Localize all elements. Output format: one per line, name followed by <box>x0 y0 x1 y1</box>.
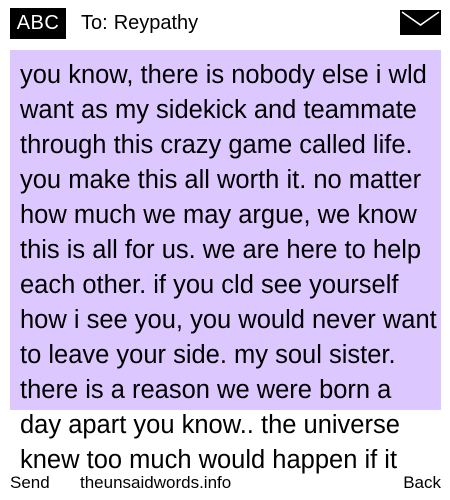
website-label: theunsaidwords.info <box>80 473 232 492</box>
input-mode-indicator[interactable]: ABC <box>10 8 66 39</box>
recipient-name: Reypathy <box>113 12 199 34</box>
to-label: To: <box>81 12 108 34</box>
softkey-bar: Send theunsaidwords.info Back <box>0 472 450 500</box>
envelope-icon <box>400 10 441 35</box>
send-softkey[interactable]: Send <box>10 472 50 494</box>
recipient-field[interactable]: To: Reypathy <box>81 10 198 36</box>
back-softkey[interactable]: Back <box>403 472 441 494</box>
compose-header: ABC To: Reypathy <box>0 0 450 48</box>
message-body[interactable]: you know, there is nobody else i wld wan… <box>20 58 438 478</box>
